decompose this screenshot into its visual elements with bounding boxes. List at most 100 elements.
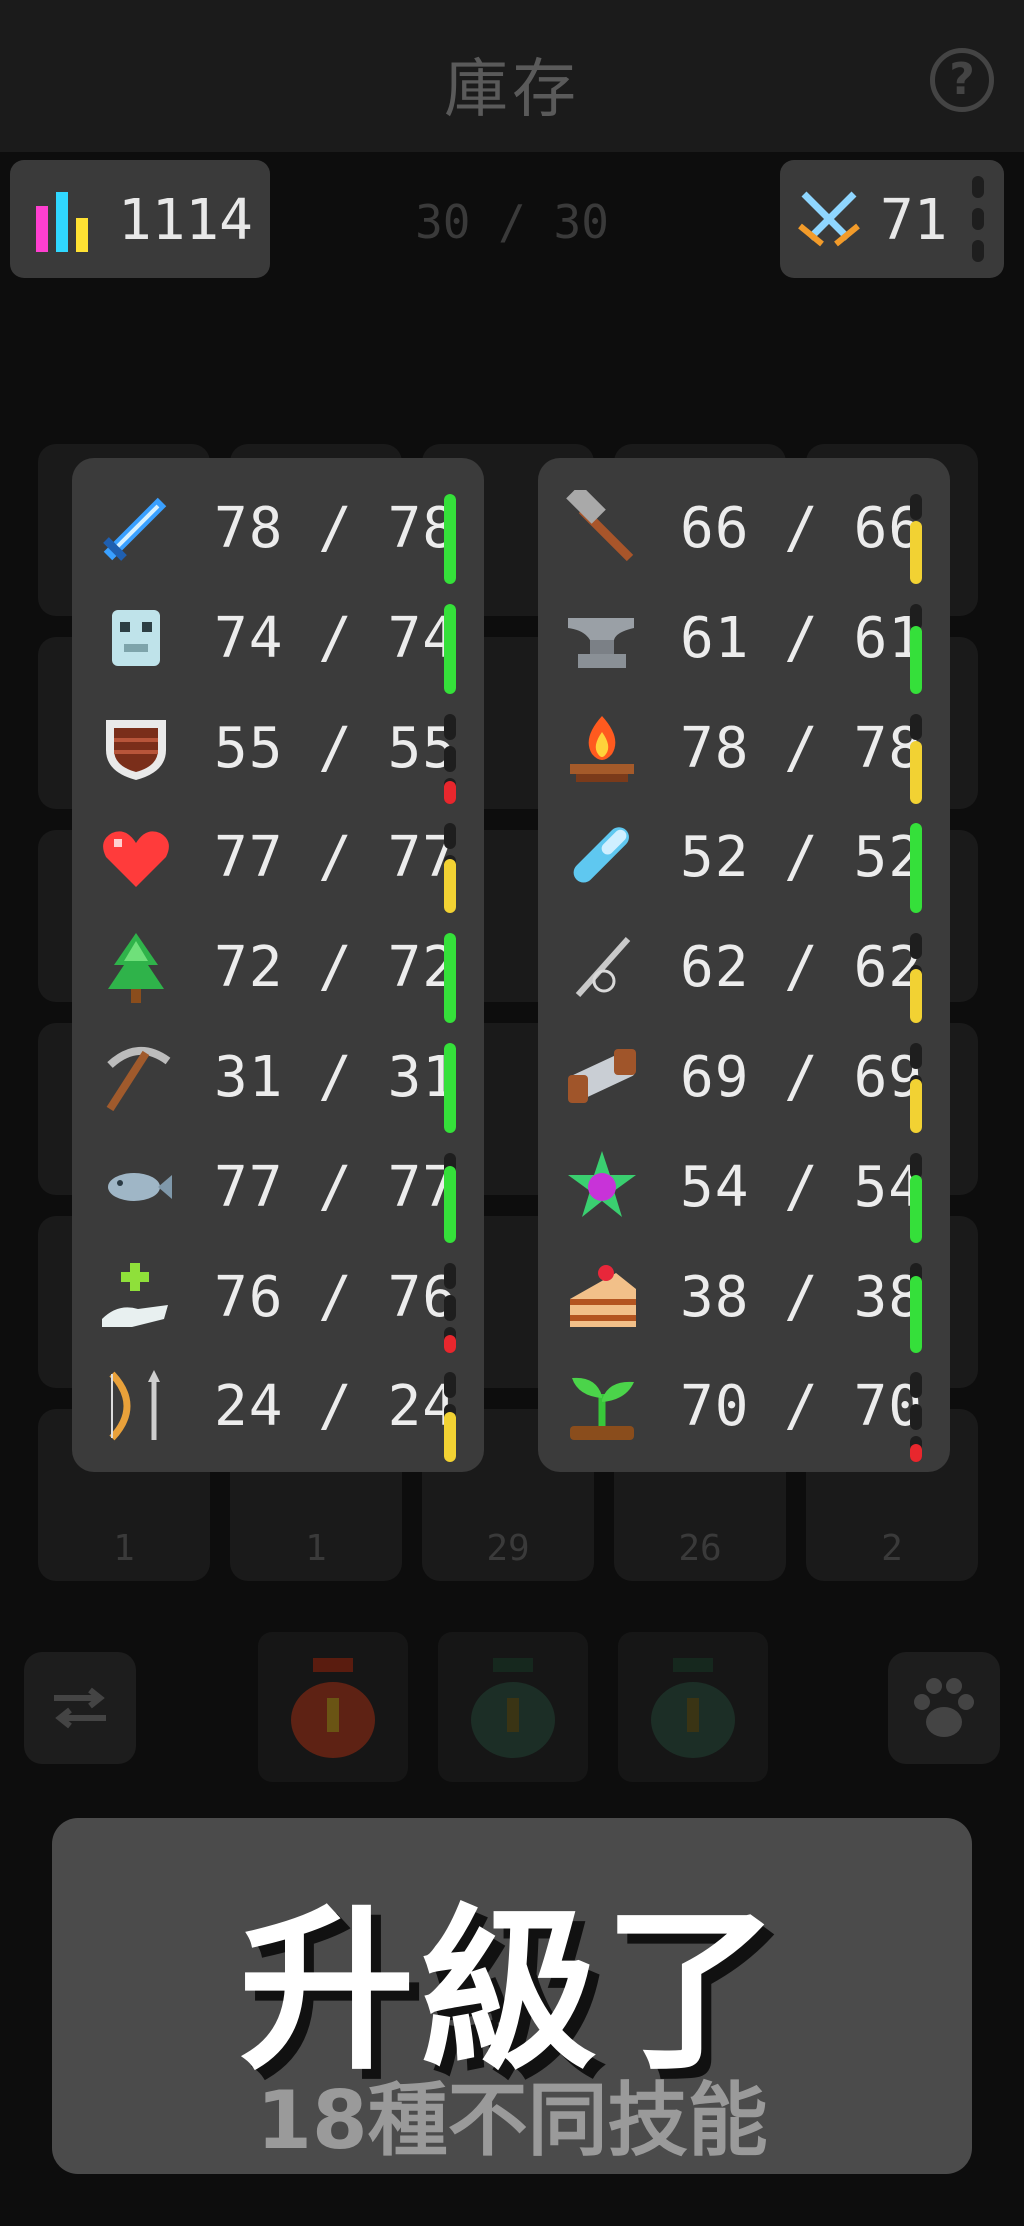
level-up-subtitle: 18種不同技能 [256, 2074, 768, 2167]
skill-level-value: 70 / 70 [680, 1374, 924, 1440]
red-bag-icon [291, 1658, 375, 1758]
skill-progress-bar [910, 603, 922, 694]
skill-progress-bar [910, 1043, 922, 1133]
item-count: 26 [678, 1528, 722, 1569]
heart-icon [103, 831, 169, 888]
skill-progress-fill [910, 521, 922, 584]
skill-level-value: 77 / 77 [214, 825, 458, 891]
skill-progress-bar [444, 1152, 456, 1243]
skill-level-value: 78 / 78 [214, 496, 458, 561]
combat-level-badge[interactable]: 71 [780, 160, 1004, 278]
hammer-icon [566, 490, 634, 562]
skill-row[interactable]: 77 / 77 [72, 1131, 484, 1243]
skill-progress-fill [910, 1444, 922, 1463]
paw-icon [914, 1678, 974, 1737]
item-count: 29 [486, 1528, 530, 1569]
skill-row[interactable]: 52 / 52 [538, 801, 950, 914]
campfire-icon [570, 715, 634, 782]
skill-progress-bar [910, 713, 922, 804]
skill-level-value: 31 / 31 [214, 1045, 458, 1110]
magic-gem-icon [568, 1150, 636, 1217]
skill-progress-bar [910, 1262, 922, 1353]
green-bag-icon [651, 1658, 735, 1758]
skill-progress-fill [444, 933, 456, 1024]
skill-progress-fill [910, 1079, 922, 1133]
green-bag-icon [471, 1658, 555, 1758]
skill-progress-fill [444, 780, 456, 804]
swap-arrows-icon [54, 1687, 106, 1729]
item-count: 1 [305, 1528, 327, 1569]
skill-row[interactable]: 66 / 66 [538, 472, 950, 584]
skill-level-value: 54 / 54 [680, 1154, 924, 1220]
swap-button[interactable] [24, 1652, 136, 1764]
sprout-icon [570, 1378, 634, 1441]
skill-progress-bar [910, 1152, 922, 1243]
item-count: 2 [881, 1528, 903, 1569]
skill-row[interactable]: 74 / 74 [72, 582, 484, 694]
skill-level-value: 61 / 61 [680, 605, 924, 671]
skill-row[interactable]: 72 / 72 [72, 911, 484, 1024]
armor-icon [112, 609, 160, 666]
skill-level-value: 69 / 69 [680, 1045, 924, 1110]
skill-row[interactable]: 24 / 24 [72, 1350, 484, 1463]
skill-row[interactable]: 38 / 38 [538, 1241, 950, 1353]
skill-progress-bar [444, 494, 456, 584]
skill-row[interactable]: 76 / 76 [72, 1241, 484, 1353]
skill-row[interactable]: 61 / 61 [538, 582, 950, 694]
skill-row[interactable]: 78 / 78 [72, 472, 484, 584]
skill-progress-bar [444, 713, 456, 804]
skill-progress-fill [910, 1275, 922, 1353]
skill-row[interactable]: 62 / 62 [538, 911, 950, 1024]
skill-progress-bar [444, 823, 456, 914]
skill-level-value: 52 / 52 [680, 825, 924, 891]
skill-progress-bar [444, 933, 456, 1024]
skill-progress-fill [444, 1412, 456, 1463]
skill-progress-fill [910, 1174, 922, 1243]
skill-level-value: 72 / 72 [214, 935, 458, 1001]
skill-row[interactable]: 69 / 69 [538, 1021, 950, 1133]
skill-progress-bar [444, 603, 456, 694]
question-circle-icon: ? [949, 54, 975, 105]
skill-row[interactable]: 31 / 31 [72, 1021, 484, 1133]
skill-progress-fill [910, 823, 922, 914]
skill-progress-fill [444, 859, 456, 914]
skill-progress-fill [444, 1165, 456, 1243]
skill-row[interactable]: 55 / 55 [72, 692, 484, 804]
skill-level-value: 77 / 77 [214, 1154, 458, 1220]
skill-row[interactable]: 70 / 70 [538, 1350, 950, 1463]
tree-icon [108, 933, 164, 1004]
cake-icon [570, 1264, 636, 1327]
skill-progress-fill [444, 1043, 456, 1133]
bag-slot-2[interactable] [438, 1632, 588, 1782]
skill-progress-fill [444, 603, 456, 694]
skill-row[interactable]: 54 / 54 [538, 1131, 950, 1243]
bow-icon [109, 1370, 160, 1441]
item-count: 1 [113, 1528, 135, 1569]
skill-row[interactable]: 78 / 78 [538, 692, 950, 804]
bag-slot-3[interactable] [618, 1632, 768, 1782]
level-up-banner[interactable]: 升級了 18種不同技能 [52, 1818, 972, 2174]
skill-row[interactable]: 77 / 77 [72, 801, 484, 914]
skill-progress-fill [910, 969, 922, 1024]
skills-panel-left: 78 / 78 74 / 74 55 / 55 77 / 77 72 / 72 31 / … [72, 458, 484, 1472]
skill-progress-bar [444, 1043, 456, 1133]
pill-level-bar [972, 176, 984, 262]
skill-level-value: 38 / 38 [680, 1264, 924, 1330]
needle-icon [575, 937, 631, 998]
crossed-swords-icon [798, 191, 860, 247]
shield-icon [106, 719, 166, 780]
healing-hand-icon [102, 1262, 168, 1327]
fish-icon [108, 1172, 172, 1201]
skill-level-value: 55 / 55 [214, 715, 458, 781]
saw-icon [568, 1049, 636, 1103]
skills-panel-right: 66 / 66 61 / 61 78 / 78 52 / 52 62 / 62 69 / … [538, 458, 950, 1472]
pet-button[interactable] [888, 1652, 1000, 1764]
skill-progress-bar [910, 933, 922, 1024]
skill-level-value: 76 / 76 [214, 1264, 458, 1330]
bag-slot-1[interactable] [258, 1632, 408, 1782]
skill-level-value: 78 / 78 [680, 715, 924, 781]
skill-progress-fill [444, 494, 456, 584]
skill-progress-bar [444, 1262, 456, 1353]
skill-level-value: 62 / 62 [680, 935, 924, 1001]
help-button[interactable]: ? [930, 48, 994, 112]
